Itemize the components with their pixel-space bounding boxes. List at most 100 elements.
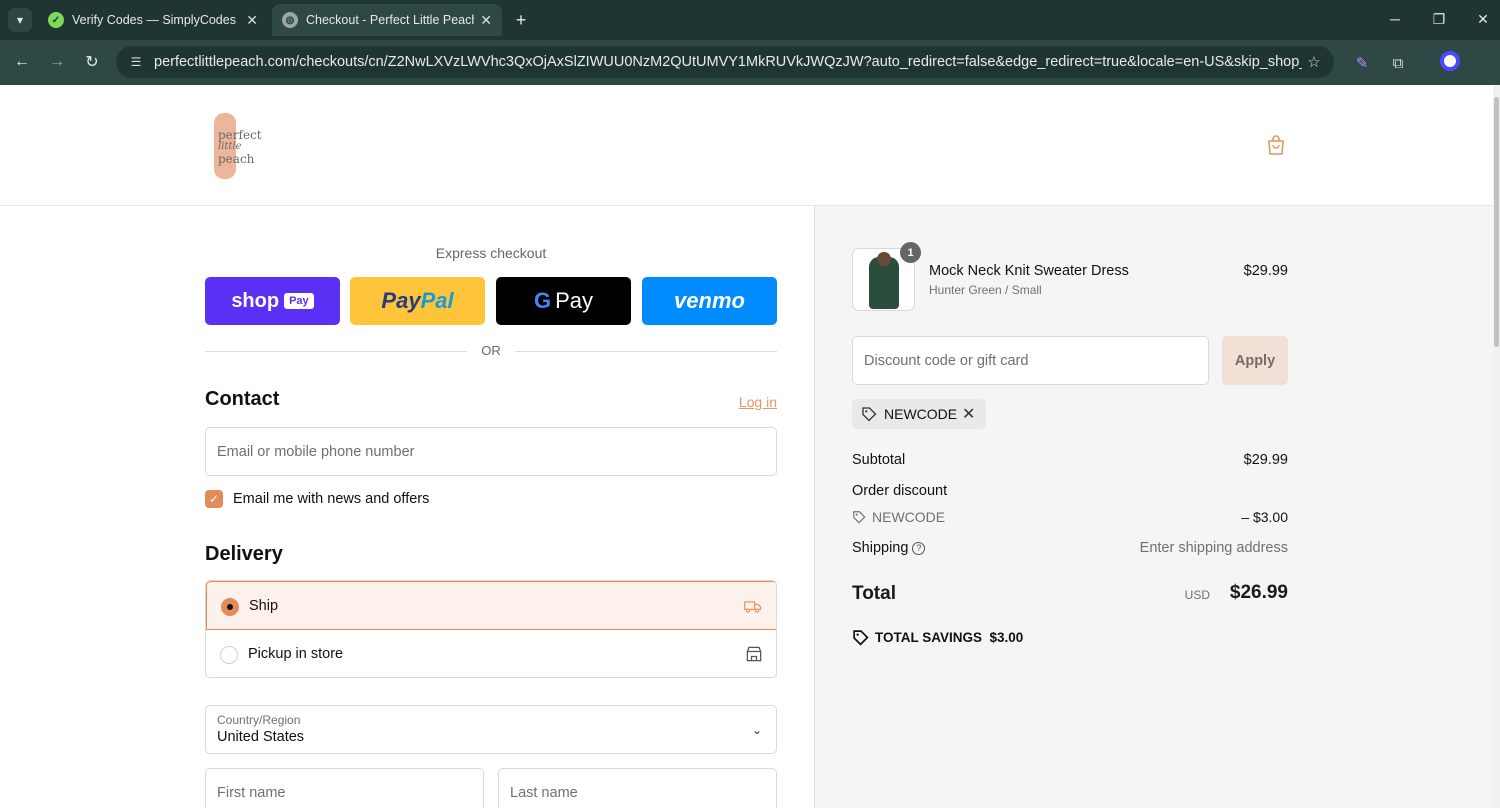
or-divider: OR (205, 342, 777, 360)
newsletter-label: Email me with news and offers (233, 491, 430, 507)
tag-icon (853, 630, 869, 646)
shop-pay-chip: Pay (284, 293, 314, 309)
country-label: Country/Region (217, 713, 301, 727)
order-discount-label: Order discount (852, 483, 948, 499)
product-variant: Hunter Green / Small (929, 283, 1042, 297)
google-pay-button[interactable]: G Pay (496, 277, 631, 325)
ship-label: Ship (249, 598, 279, 614)
or-text: OR (481, 343, 501, 358)
order-summary-pane (814, 206, 1493, 808)
total-label: Total (852, 583, 896, 604)
truck-icon (744, 601, 762, 613)
url-text[interactable]: perfectlittlepeach.com/checkouts/cn/Z2Nw… (154, 54, 1302, 70)
avatar[interactable] (1440, 51, 1460, 71)
store-icon (746, 646, 762, 662)
login-link[interactable]: Log in (710, 394, 777, 410)
scrollbar-thumb[interactable] (1494, 97, 1499, 347)
subtotal-value: $29.99 (1243, 452, 1288, 468)
product-image-model (877, 252, 891, 266)
puzzle-icon[interactable]: ⧉ (1386, 51, 1410, 75)
quantity-badge: 1 (900, 242, 921, 263)
discount-code: NEWCODE (872, 509, 946, 525)
country-value: United States (217, 729, 305, 745)
email-field[interactable]: Email or mobile phone number (205, 427, 777, 476)
paypal-logo-pal: Pal (420, 288, 454, 313)
close-window-icon[interactable]: ✕ (1468, 8, 1498, 30)
discount-amount: – $3.00 (1241, 509, 1288, 525)
last-name-placeholder: Last name (510, 785, 578, 801)
close-icon[interactable]: ✕ (246, 12, 258, 29)
tab-simplycodes[interactable]: ✓ Verify Codes — SimplyCodes ✕ (38, 4, 268, 36)
remove-code-icon[interactable]: ✕ (962, 404, 975, 424)
globe-icon: ◍ (282, 12, 298, 28)
shopping-bag-icon[interactable] (1264, 133, 1288, 157)
checkout-header: perfect little peach (0, 85, 1493, 206)
new-tab-icon[interactable]: + (510, 8, 532, 32)
delivery-heading: Delivery (205, 543, 283, 565)
delivery-options: Ship Pickup in store (205, 580, 777, 678)
first-name-placeholder: First name (217, 785, 286, 801)
product-price: $29.99 (1243, 263, 1288, 279)
feather-extension-icon[interactable]: ✎ (1350, 51, 1374, 75)
divider-line (205, 351, 467, 352)
logo-word: perfect (218, 128, 262, 142)
google-g-icon: G (533, 288, 552, 313)
star-icon[interactable]: ☆ (1302, 53, 1326, 71)
discount-code-input[interactable]: Discount code or gift card (852, 336, 1209, 385)
venmo-logo: venmo (674, 288, 745, 313)
minimize-icon[interactable]: ─ (1380, 8, 1410, 30)
restore-icon[interactable]: ❐ (1424, 8, 1454, 30)
delivery-option-pickup[interactable]: Pickup in store (206, 630, 776, 677)
ship-radio[interactable] (221, 598, 239, 616)
product-name: Mock Neck Knit Sweater Dress (929, 263, 1129, 279)
divider-line (515, 351, 777, 352)
shop-pay-button[interactable]: shop Pay (205, 277, 340, 325)
savings-label: TOTAL SAVINGS (875, 630, 983, 645)
reload-icon[interactable]: ↻ (80, 50, 104, 74)
forward-arrow-icon[interactable]: → (45, 50, 69, 74)
venmo-button[interactable]: venmo (642, 277, 777, 325)
apply-button[interactable]: Apply (1222, 336, 1288, 385)
site-info-icon[interactable]: ☰ (126, 52, 146, 72)
back-arrow-icon[interactable]: ← (10, 50, 34, 74)
address-bar[interactable]: ☰ perfectlittlepeach.com/checkouts/cn/Z2… (116, 46, 1334, 78)
tab-title: Verify Codes — SimplyCodes (72, 13, 236, 27)
applied-code: NEWCODE (884, 406, 958, 422)
subtotal-row: Subtotal $29.99 (852, 452, 1288, 468)
total-savings: TOTAL SAVINGS $3.00 (852, 629, 1023, 646)
tag-icon (862, 407, 877, 422)
order-discount-row: Order discount (852, 483, 1288, 499)
close-icon[interactable]: ✕ (480, 12, 492, 29)
savings-value: $3.00 (989, 630, 1024, 645)
logo-word: peach (218, 152, 255, 166)
shop-pay-logo: shop (231, 289, 280, 312)
first-name-field[interactable]: First name (205, 768, 484, 808)
help-icon[interactable]: ? (912, 542, 926, 555)
discount-placeholder: Discount code or gift card (864, 353, 1029, 369)
tag-icon (853, 511, 866, 524)
last-name-field[interactable]: Last name (498, 768, 777, 808)
paypal-logo-pay: Pay (381, 288, 421, 313)
paypal-button[interactable]: Pay Pal (350, 277, 485, 325)
shipping-label: Shipping (852, 540, 909, 556)
delivery-option-ship[interactable]: Ship (206, 581, 776, 630)
simplycodes-favicon-icon: ✓ (48, 12, 64, 28)
google-pay-label: Pay (555, 288, 594, 313)
scrollbar[interactable] (1493, 85, 1500, 808)
newsletter-checkbox[interactable]: ✓ (205, 490, 223, 508)
shipping-row: Shipping? Enter shipping address (852, 540, 1288, 556)
chevron-down-icon: ⌄ (751, 723, 762, 737)
country-select[interactable]: Country/Region United States ⌄ (205, 705, 777, 754)
browser-toolbar: ← → ↻ ☰ perfectlittlepeach.com/checkouts… (0, 40, 1500, 85)
pickup-radio[interactable] (220, 646, 238, 664)
applied-code-chip: NEWCODE ✕ (852, 399, 986, 429)
total-value: $26.99 (1229, 582, 1288, 603)
store-logo[interactable]: perfect little peach (210, 109, 280, 181)
chevron-down-icon[interactable]: ▾ (8, 8, 32, 32)
email-placeholder: Email or mobile phone number (217, 444, 415, 460)
tab-strip: ▾ ✓ Verify Codes — SimplyCodes ✕ ◍ Check… (0, 0, 1500, 40)
shipping-value: Enter shipping address (1139, 540, 1288, 556)
tab-checkout[interactable]: ◍ Checkout - Perfect Little Peach ✕ (272, 4, 502, 36)
pickup-label: Pickup in store (248, 646, 344, 662)
checkout-page: perfect little peach Express checkout sh… (0, 85, 1493, 808)
